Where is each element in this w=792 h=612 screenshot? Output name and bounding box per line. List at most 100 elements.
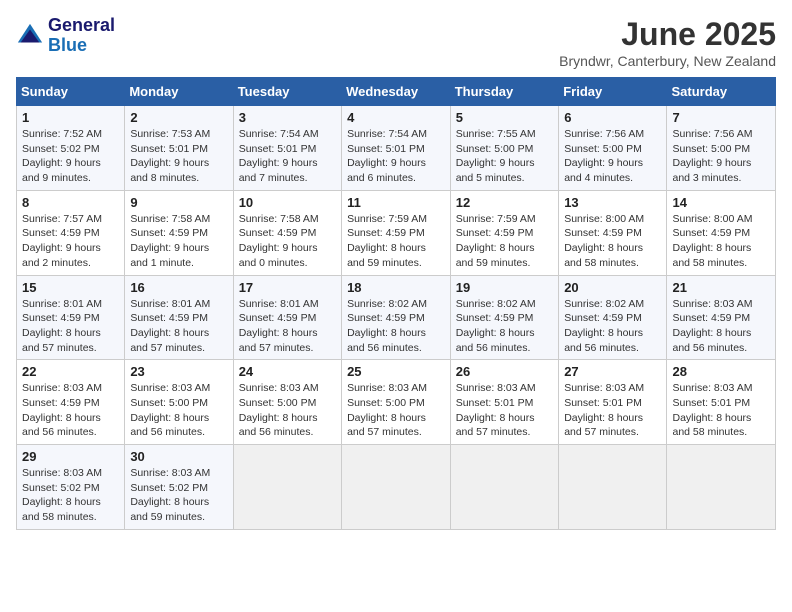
- weekday-header-tuesday: Tuesday: [233, 78, 341, 106]
- calendar-cell: 15 Sunrise: 8:01 AM Sunset: 4:59 PM Dayli…: [17, 275, 125, 360]
- day-number: 26: [456, 364, 553, 379]
- calendar-week-row: 1 Sunrise: 7:52 AM Sunset: 5:02 PM Daylig…: [17, 106, 776, 191]
- day-number: 17: [239, 280, 336, 295]
- day-number: 21: [672, 280, 770, 295]
- day-content: Sunrise: 8:00 AM Sunset: 4:59 PM Dayligh…: [564, 212, 661, 271]
- day-number: 5: [456, 110, 553, 125]
- day-content: Sunrise: 7:53 AM Sunset: 5:01 PM Dayligh…: [130, 127, 227, 186]
- logo: GeneralBlue: [16, 16, 115, 56]
- calendar-week-row: 22 Sunrise: 8:03 AM Sunset: 4:59 PM Dayli…: [17, 360, 776, 445]
- calendar-cell: 5 Sunrise: 7:55 AM Sunset: 5:00 PM Daylig…: [450, 106, 558, 191]
- day-content: Sunrise: 7:52 AM Sunset: 5:02 PM Dayligh…: [22, 127, 119, 186]
- weekday-header-friday: Friday: [559, 78, 667, 106]
- day-content: Sunrise: 7:59 AM Sunset: 4:59 PM Dayligh…: [456, 212, 553, 271]
- day-content: Sunrise: 8:03 AM Sunset: 5:01 PM Dayligh…: [672, 381, 770, 440]
- day-number: 15: [22, 280, 119, 295]
- calendar-cell: 12 Sunrise: 7:59 AM Sunset: 4:59 PM Dayli…: [450, 190, 558, 275]
- weekday-header-sunday: Sunday: [17, 78, 125, 106]
- day-content: Sunrise: 8:03 AM Sunset: 4:59 PM Dayligh…: [22, 381, 119, 440]
- day-content: Sunrise: 8:03 AM Sunset: 5:00 PM Dayligh…: [239, 381, 336, 440]
- day-content: Sunrise: 8:03 AM Sunset: 5:02 PM Dayligh…: [22, 466, 119, 525]
- logo-text-blue: Blue: [48, 35, 87, 55]
- calendar-cell: 22 Sunrise: 8:03 AM Sunset: 4:59 PM Dayli…: [17, 360, 125, 445]
- day-number: 10: [239, 195, 336, 210]
- calendar-cell: 6 Sunrise: 7:56 AM Sunset: 5:00 PM Daylig…: [559, 106, 667, 191]
- day-number: 16: [130, 280, 227, 295]
- day-number: 24: [239, 364, 336, 379]
- day-content: Sunrise: 7:57 AM Sunset: 4:59 PM Dayligh…: [22, 212, 119, 271]
- day-content: Sunrise: 7:58 AM Sunset: 4:59 PM Dayligh…: [239, 212, 336, 271]
- day-content: Sunrise: 8:03 AM Sunset: 5:02 PM Dayligh…: [130, 466, 227, 525]
- calendar-cell: 23Sunrise: 8:03 AM Sunset: 5:00 PM Dayli…: [125, 360, 233, 445]
- calendar-cell: 17 Sunrise: 8:01 AM Sunset: 4:59 PM Dayli…: [233, 275, 341, 360]
- day-number: 8: [22, 195, 119, 210]
- day-content: Sunrise: 8:01 AM Sunset: 4:59 PM Dayligh…: [22, 297, 119, 356]
- day-content: Sunrise: 7:54 AM Sunset: 5:01 PM Dayligh…: [239, 127, 336, 186]
- day-number: 11: [347, 195, 445, 210]
- calendar-cell: [559, 445, 667, 530]
- calendar-cell: 20 Sunrise: 8:02 AM Sunset: 4:59 PM Dayli…: [559, 275, 667, 360]
- month-title: June 2025: [559, 16, 776, 53]
- calendar-table: SundayMondayTuesdayWednesdayThursdayFrid…: [16, 77, 776, 530]
- calendar-week-row: 29 Sunrise: 8:03 AM Sunset: 5:02 PM Dayli…: [17, 445, 776, 530]
- calendar-cell: 2 Sunrise: 7:53 AM Sunset: 5:01 PM Daylig…: [125, 106, 233, 191]
- day-content: Sunrise: 8:02 AM Sunset: 4:59 PM Dayligh…: [347, 297, 445, 356]
- logo-icon: [16, 22, 44, 50]
- day-number: 22: [22, 364, 119, 379]
- day-number: 1: [22, 110, 119, 125]
- calendar-cell: 9 Sunrise: 7:58 AM Sunset: 4:59 PM Daylig…: [125, 190, 233, 275]
- calendar-cell: 27Sunrise: 8:03 AM Sunset: 5:01 PM Dayli…: [559, 360, 667, 445]
- weekday-header-wednesday: Wednesday: [342, 78, 451, 106]
- day-number: 29: [22, 449, 119, 464]
- calendar-cell: 29 Sunrise: 8:03 AM Sunset: 5:02 PM Dayli…: [17, 445, 125, 530]
- day-content: Sunrise: 8:01 AM Sunset: 4:59 PM Dayligh…: [239, 297, 336, 356]
- calendar-cell: 3 Sunrise: 7:54 AM Sunset: 5:01 PM Daylig…: [233, 106, 341, 191]
- day-number: 18: [347, 280, 445, 295]
- day-content: Sunrise: 8:02 AM Sunset: 4:59 PM Dayligh…: [564, 297, 661, 356]
- weekday-header-saturday: Saturday: [667, 78, 776, 106]
- calendar-cell: 13Sunrise: 8:00 AM Sunset: 4:59 PM Dayli…: [559, 190, 667, 275]
- calendar-cell: 7Sunrise: 7:56 AM Sunset: 5:00 PM Daylig…: [667, 106, 776, 191]
- calendar-cell: 21 Sunrise: 8:03 AM Sunset: 4:59 PM Dayli…: [667, 275, 776, 360]
- day-content: Sunrise: 8:03 AM Sunset: 5:00 PM Dayligh…: [130, 381, 227, 440]
- day-number: 12: [456, 195, 553, 210]
- calendar-cell: 11 Sunrise: 7:59 AM Sunset: 4:59 PM Dayli…: [342, 190, 451, 275]
- calendar-cell: 28 Sunrise: 8:03 AM Sunset: 5:01 PM Dayli…: [667, 360, 776, 445]
- calendar-cell: 14 Sunrise: 8:00 AM Sunset: 4:59 PM Dayli…: [667, 190, 776, 275]
- day-number: 25: [347, 364, 445, 379]
- day-content: Sunrise: 8:03 AM Sunset: 5:00 PM Dayligh…: [347, 381, 445, 440]
- day-content: Sunrise: 7:59 AM Sunset: 4:59 PM Dayligh…: [347, 212, 445, 271]
- calendar-week-row: 8 Sunrise: 7:57 AM Sunset: 4:59 PM Daylig…: [17, 190, 776, 275]
- day-number: 3: [239, 110, 336, 125]
- calendar-cell: [342, 445, 451, 530]
- calendar-cell: 30 Sunrise: 8:03 AM Sunset: 5:02 PM Dayli…: [125, 445, 233, 530]
- day-number: 27: [564, 364, 661, 379]
- calendar-cell: 16 Sunrise: 8:01 AM Sunset: 4:59 PM Dayli…: [125, 275, 233, 360]
- calendar-cell: 10 Sunrise: 7:58 AM Sunset: 4:59 PM Dayli…: [233, 190, 341, 275]
- location-subtitle: Bryndwr, Canterbury, New Zealand: [559, 53, 776, 69]
- day-number: 6: [564, 110, 661, 125]
- day-content: Sunrise: 7:55 AM Sunset: 5:00 PM Dayligh…: [456, 127, 553, 186]
- day-content: Sunrise: 7:58 AM Sunset: 4:59 PM Dayligh…: [130, 212, 227, 271]
- day-content: Sunrise: 8:02 AM Sunset: 4:59 PM Dayligh…: [456, 297, 553, 356]
- calendar-cell: 19 Sunrise: 8:02 AM Sunset: 4:59 PM Dayli…: [450, 275, 558, 360]
- day-number: 28: [672, 364, 770, 379]
- day-content: Sunrise: 8:03 AM Sunset: 4:59 PM Dayligh…: [672, 297, 770, 356]
- day-content: Sunrise: 8:01 AM Sunset: 4:59 PM Dayligh…: [130, 297, 227, 356]
- day-content: Sunrise: 7:56 AM Sunset: 5:00 PM Dayligh…: [564, 127, 661, 186]
- weekday-header-thursday: Thursday: [450, 78, 558, 106]
- day-number: 9: [130, 195, 227, 210]
- day-number: 2: [130, 110, 227, 125]
- day-number: 30: [130, 449, 227, 464]
- calendar-week-row: 15 Sunrise: 8:01 AM Sunset: 4:59 PM Dayli…: [17, 275, 776, 360]
- calendar-cell: 18 Sunrise: 8:02 AM Sunset: 4:59 PM Dayli…: [342, 275, 451, 360]
- day-number: 14: [672, 195, 770, 210]
- weekday-header-monday: Monday: [125, 78, 233, 106]
- calendar-cell: 26Sunrise: 8:03 AM Sunset: 5:01 PM Dayli…: [450, 360, 558, 445]
- calendar-cell: [450, 445, 558, 530]
- day-number: 20: [564, 280, 661, 295]
- day-content: Sunrise: 8:00 AM Sunset: 4:59 PM Dayligh…: [672, 212, 770, 271]
- calendar-cell: [667, 445, 776, 530]
- calendar-cell: 24 Sunrise: 8:03 AM Sunset: 5:00 PM Dayli…: [233, 360, 341, 445]
- day-number: 19: [456, 280, 553, 295]
